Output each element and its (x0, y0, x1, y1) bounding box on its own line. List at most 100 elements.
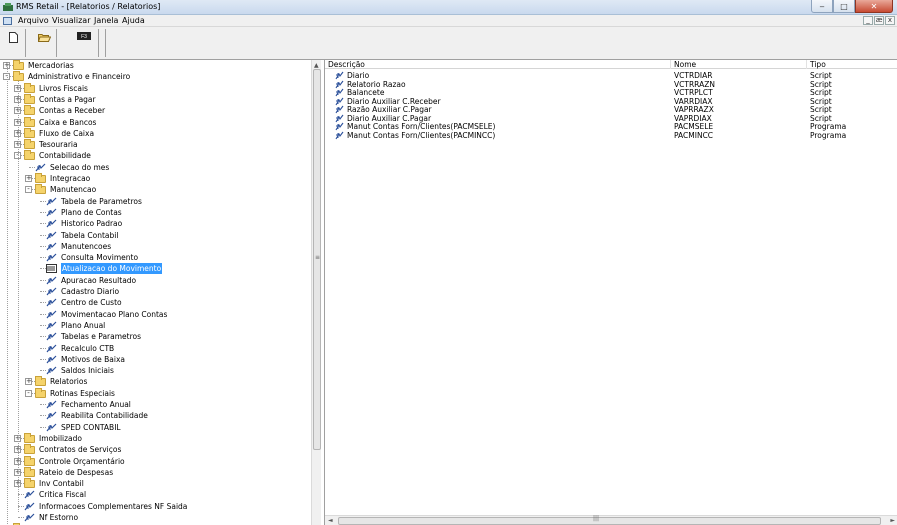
tree-item-label: Manutencoes (61, 241, 112, 251)
scroll-left-icon[interactable]: ◄ (328, 517, 333, 524)
tree-item[interactable]: Apuracao Resultado (0, 275, 310, 286)
tree-item[interactable]: Recalculo CTB (0, 343, 310, 354)
tree-item[interactable]: Tabelas e Parametros (0, 331, 310, 342)
list-header: Descrição Nome Tipo (325, 60, 897, 69)
tree-item[interactable]: + Inv Contabil (0, 478, 310, 489)
f3-button[interactable]: F3 (70, 29, 99, 57)
tree-item[interactable]: + Relatorios (0, 376, 310, 387)
tree-item-label: Livros Fiscais (39, 83, 88, 93)
tree-item[interactable]: SPED CONTABIL (0, 422, 310, 433)
tree-item[interactable]: Fechamento Anual (0, 399, 310, 410)
program-icon (24, 513, 35, 522)
tree-item[interactable]: + Tesouraria (0, 139, 310, 150)
tree-item[interactable]: Motivos de Baixa (0, 354, 310, 365)
column-descricao[interactable]: Descrição (325, 60, 671, 69)
tree-item[interactable]: + Mercadorias (0, 60, 310, 71)
tree-item[interactable]: - Manutencao (0, 184, 310, 195)
folder-icon (24, 127, 35, 138)
program-icon (24, 502, 35, 511)
tree-item[interactable]: Critica Fiscal (0, 489, 310, 500)
menu-visualizar[interactable]: Visualizar (52, 16, 91, 25)
tree-item[interactable]: Tabela Contabil (0, 230, 310, 241)
tree-item[interactable]: + Contratos de Serviços (0, 444, 310, 455)
tree-item[interactable]: Centro de Custo (0, 297, 310, 308)
folder-open-icon (38, 34, 51, 42)
tree-item-label: SPED CONTABIL (61, 422, 121, 432)
tree-item[interactable]: Manutencoes (0, 241, 310, 252)
tree-item[interactable]: Movimentacao Plano Contas (0, 309, 310, 320)
maximize-button[interactable]: □ (833, 0, 855, 13)
folder-icon (24, 478, 35, 489)
program-icon (46, 332, 57, 341)
tree-item[interactable]: + Rateio de Despesas (0, 466, 310, 478)
tree-item[interactable]: + Controle Orçamentário (0, 455, 310, 467)
tree-item[interactable]: Selecao do mes (0, 162, 310, 173)
tree-item[interactable]: Historico Padrao (0, 218, 310, 229)
tree-item[interactable]: - Contabilidade (0, 150, 310, 161)
system-menu-icon[interactable] (3, 17, 12, 25)
expand-icon[interactable]: + (25, 175, 32, 182)
tree-item[interactable]: Consulta Movimento (0, 252, 310, 263)
tree-item[interactable]: + Imobilizado (0, 432, 310, 444)
folder-icon (24, 150, 35, 161)
minimize-button[interactable]: ‒ (811, 0, 833, 13)
list-row[interactable]: Manut Contas Forn/Clientes(PACMINCC) PACM… (325, 131, 897, 140)
tree-item[interactable]: Tabela de Parametros (0, 196, 310, 207)
window-titlebar: RMS Retail - [Relatorios / Relatorios] ‒… (0, 0, 897, 15)
mdi-restore-button[interactable]: æ (874, 16, 884, 25)
scroll-grip-icon: ||| (593, 515, 600, 522)
tree-item[interactable]: Cadastro Diario (0, 286, 310, 297)
expand-icon[interactable]: + (25, 378, 32, 386)
tree-item-label: Nf Estorno (39, 513, 79, 522)
program-icon (46, 355, 57, 364)
tree-item[interactable]: Plano Anual (0, 320, 310, 331)
tree-item[interactable]: - Rotinas Especiais (0, 387, 310, 399)
close-button[interactable]: ✕ (855, 0, 893, 13)
tree-item[interactable]: Atualizacao do Movimento (0, 263, 310, 275)
window-controls: ‒ □ ✕ (811, 0, 893, 14)
scroll-grip-icon: ≡ (315, 254, 321, 261)
tree-item-label: Recalculo CTB (61, 343, 115, 353)
scroll-right-icon[interactable]: ► (890, 517, 895, 524)
tree-item[interactable]: + Livros Fiscais (0, 82, 310, 94)
folder-icon (35, 387, 46, 398)
open-folder-button[interactable] (33, 29, 57, 57)
program-icon (46, 321, 57, 330)
tree-item[interactable]: Reabilita Contabilidade (0, 410, 310, 421)
collapse-icon[interactable]: - (25, 389, 32, 397)
tree-item[interactable]: + Contas a Pagar (0, 93, 310, 105)
scroll-up-icon[interactable]: ▲ (314, 62, 319, 69)
tree-item[interactable]: + Caixa e Bancos (0, 116, 310, 128)
tree-item[interactable]: Informacoes Complementares NF Saida (0, 501, 310, 512)
program-icon (46, 344, 57, 353)
tree-item-label: Manutencao (50, 185, 97, 195)
program-icon (46, 208, 57, 217)
column-nome[interactable]: Nome (671, 60, 807, 69)
mdi-close-button[interactable]: x (885, 16, 895, 25)
folder-icon (35, 173, 46, 183)
collapse-icon[interactable]: - (25, 186, 32, 194)
tree-item[interactable]: Nf Estorno (0, 512, 310, 523)
tree-item-label: Atualizacao do Movimento (61, 263, 163, 275)
tree-item-label: Plano Anual (61, 320, 106, 330)
new-document-button[interactable] (2, 29, 26, 57)
tree-item[interactable]: + Integracao (0, 173, 310, 184)
tree-item[interactable]: + Fluxo de Caixa (0, 127, 310, 139)
mdi-minimize-button[interactable]: _ (863, 16, 873, 25)
list-horizontal-scrollbar[interactable]: ◄ ||| ► (325, 515, 897, 525)
tree-item[interactable]: + Contas a Receber (0, 105, 310, 116)
program-icon (46, 276, 57, 285)
menu-arquivo[interactable]: Arquivo (18, 16, 49, 25)
list-scroll-thumb[interactable] (338, 517, 881, 525)
folder-icon (35, 376, 46, 387)
tree-item[interactable]: Plano de Contas (0, 207, 310, 218)
tree-item[interactable]: Saldos Iniciais (0, 365, 310, 376)
column-tipo[interactable]: Tipo (807, 60, 897, 69)
menu-ajuda[interactable]: Ajuda (122, 16, 145, 25)
tree-item[interactable]: - Administrativo e Financeiro (0, 71, 310, 82)
program-icon (46, 197, 57, 206)
cell-descricao: Manut Contas Forn/Clientes(PACMINCC) (347, 130, 496, 140)
navigation-tree[interactable]: + Mercadorias - Administrativo e Financeiro… (0, 60, 321, 525)
tree-vertical-scrollbar[interactable]: ▲ ≡ (311, 60, 321, 525)
menu-janela[interactable]: Janela (94, 16, 118, 25)
